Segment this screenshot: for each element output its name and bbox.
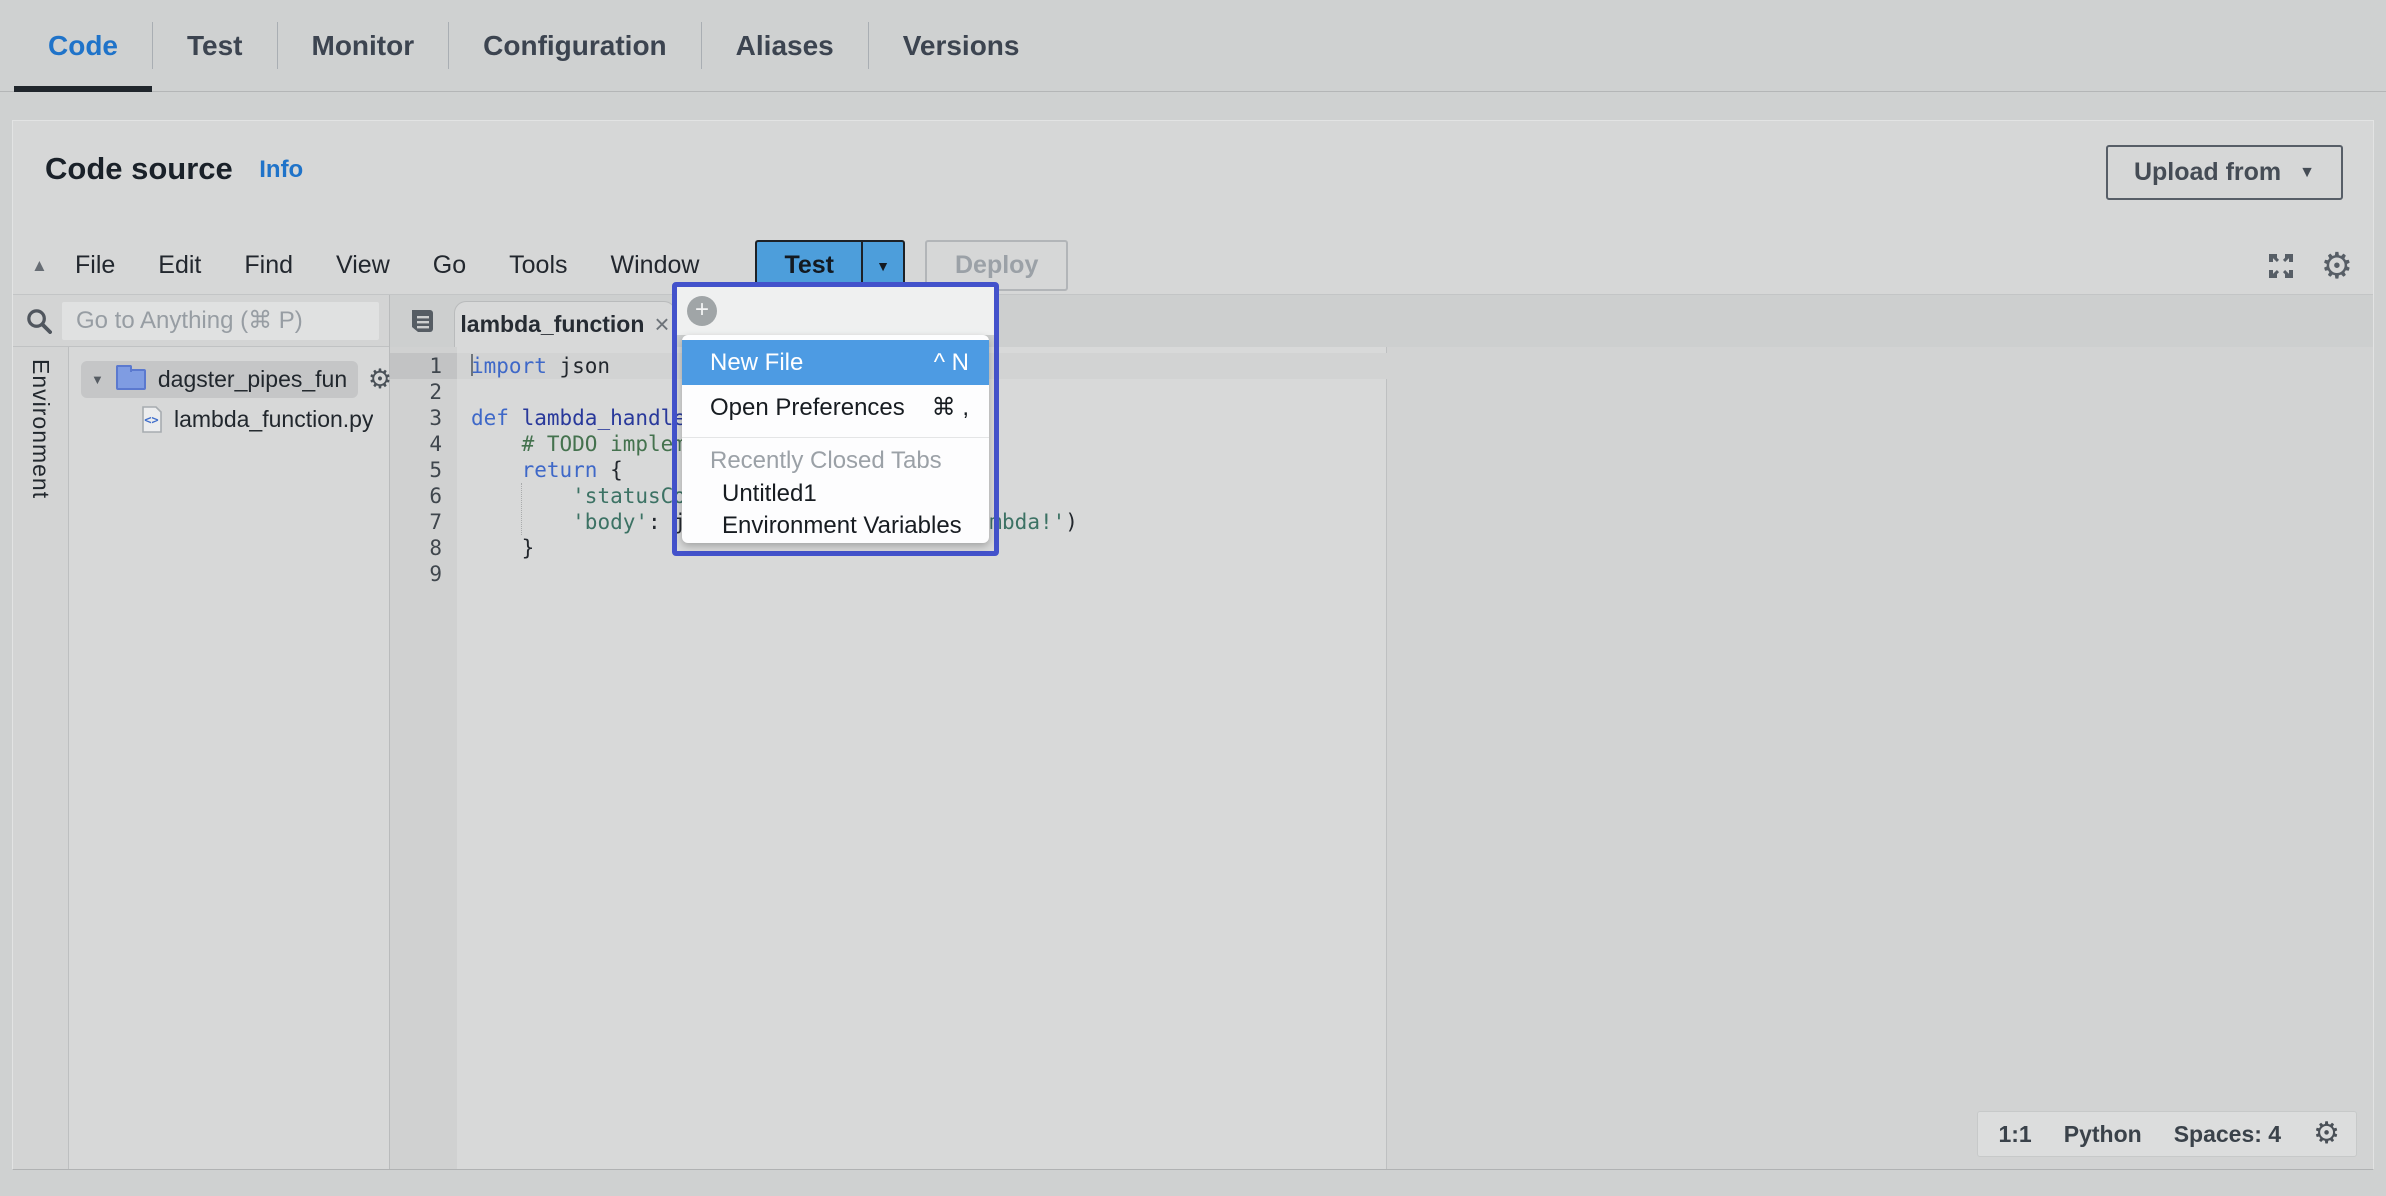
cursor-position[interactable]: 1:1 <box>1998 1121 2031 1148</box>
line-number: 2 <box>390 379 457 405</box>
menu-item-label: New File <box>710 349 803 377</box>
goto-anything-row <box>13 295 389 347</box>
tab-list-icon[interactable] <box>408 308 438 334</box>
menu-item-open-preferences[interactable]: Open Preferences ⌘ , <box>682 385 989 430</box>
line-number: 3 <box>390 405 457 431</box>
editor-status-bar: 1:1 Python Spaces: 4 ⚙ <box>1977 1111 2357 1157</box>
line-number: 7 <box>390 509 457 535</box>
goto-anything-input[interactable] <box>62 302 379 340</box>
menu-file[interactable]: File <box>75 251 115 280</box>
status-gear-icon[interactable]: ⚙ <box>2313 1119 2340 1149</box>
folder-dagster-pipes[interactable]: ▼ dagster_pipes_funct <box>81 361 358 398</box>
tab-configuration[interactable]: Configuration <box>449 0 701 91</box>
menu-item-new-file[interactable]: New File ^ N <box>682 340 989 385</box>
language-mode[interactable]: Python <box>2064 1121 2142 1148</box>
menu-item-shortcut: ^ N <box>934 349 969 377</box>
tab-code[interactable]: Code <box>14 0 152 91</box>
menu-item-environment-variables[interactable]: Environment Variables <box>682 510 989 542</box>
menu-view[interactable]: View <box>336 251 390 280</box>
menu-window[interactable]: Window <box>611 251 700 280</box>
menu-separator <box>682 437 989 438</box>
code-line-text <box>457 379 471 405</box>
menu-item-untitled1[interactable]: Untitled1 <box>682 478 989 510</box>
close-tab-icon[interactable]: × <box>654 309 669 340</box>
code-line: 9 <box>390 561 2373 587</box>
collapse-up-icon[interactable]: ▲ <box>31 256 65 276</box>
editor-tab-lambda-function[interactable]: lambda_function × <box>454 301 676 347</box>
environment-strip: Environment <box>13 347 69 1169</box>
line-number: 9 <box>390 561 457 587</box>
tree-row-lambda-function[interactable]: <> lambda_function.py <box>69 406 389 433</box>
tab-aliases[interactable]: Aliases <box>702 0 868 91</box>
indent-guide <box>521 483 522 535</box>
file-tree: ▼ dagster_pipes_funct ⚙ ▾ <box>69 347 389 1169</box>
settings-gear-icon[interactable]: ⚙ <box>2321 248 2353 284</box>
line-number: 5 <box>390 457 457 483</box>
menu-go[interactable]: Go <box>433 251 466 280</box>
tab-monitor[interactable]: Monitor <box>278 0 449 91</box>
new-tab-strip: + <box>677 287 994 335</box>
folder-icon <box>116 369 146 390</box>
python-file-icon: <> <box>141 406 162 433</box>
menu-item-shortcut: ⌘ , <box>932 393 969 422</box>
svg-text:<>: <> <box>144 413 158 427</box>
new-tab-menu-panel: New File ^ N Open Preferences ⌘ , Recent… <box>682 335 989 543</box>
editor-menu-bar: ▲ File Edit Find View Go Tools Window Te… <box>13 237 2373 295</box>
line-number: 8 <box>390 535 457 561</box>
ide-body: Environment ▼ dagster_pipes_funct ⚙ ▾ <box>13 295 2373 1169</box>
menu-section-header: Recently Closed Tabs <box>682 444 989 478</box>
upload-from-label: Upload from <box>2134 158 2281 187</box>
line-number: 4 <box>390 431 457 457</box>
file-explorer: Environment ▼ dagster_pipes_funct ⚙ ▾ <box>13 295 390 1169</box>
gear-icon: ⚙ <box>368 366 392 393</box>
line-number: 6 <box>390 483 457 509</box>
file-label: lambda_function.py <box>174 406 373 433</box>
fullscreen-icon[interactable] <box>2265 250 2297 282</box>
code-line-text: } <box>457 535 534 561</box>
spaces-setting[interactable]: Spaces: 4 <box>2174 1121 2281 1148</box>
tree-row-folder: ▼ dagster_pipes_funct ⚙ ▾ <box>69 361 389 398</box>
info-link[interactable]: Info <box>259 156 303 184</box>
code-line-text <box>457 561 471 587</box>
explorer-body: Environment ▼ dagster_pipes_funct ⚙ ▾ <box>13 347 389 1169</box>
new-tab-dropdown: + New File ^ N Open Preferences ⌘ , Rece… <box>672 282 999 556</box>
editor-tab-title: lambda_function <box>460 311 644 338</box>
folder-label: dagster_pipes_funct <box>158 366 346 393</box>
menu-find[interactable]: Find <box>244 251 293 280</box>
code-line-text: return { <box>457 457 623 483</box>
menu-list: File Edit Find View Go Tools Window <box>75 251 699 280</box>
toolbar-right-icons: ⚙ <box>2265 248 2353 284</box>
function-tab-bar: Code Test Monitor Configuration Aliases … <box>0 0 2386 92</box>
page-title: Code source <box>45 151 233 187</box>
disclosure-down-icon[interactable]: ▼ <box>91 372 104 387</box>
code-source-panel: Code source Info Upload from ▼ ▲ File Ed… <box>12 120 2374 1170</box>
menu-edit[interactable]: Edit <box>158 251 201 280</box>
plus-icon[interactable]: + <box>687 296 717 326</box>
lambda-code-editor-page: Code Test Monitor Configuration Aliases … <box>0 0 2386 1196</box>
search-icon <box>25 307 52 334</box>
code-line-text: import json <box>457 353 610 379</box>
menu-tools[interactable]: Tools <box>509 251 567 280</box>
upload-from-button[interactable]: Upload from ▼ <box>2106 145 2343 200</box>
environment-tab[interactable]: Environment <box>27 347 54 1169</box>
menu-item-label: Open Preferences <box>710 394 905 422</box>
chevron-down-icon: ▼ <box>2299 164 2315 182</box>
panel-header: Code source Info Upload from ▼ <box>13 121 2373 237</box>
line-number: 1 <box>390 353 457 379</box>
tab-versions[interactable]: Versions <box>869 0 1054 91</box>
tab-test[interactable]: Test <box>153 0 277 91</box>
